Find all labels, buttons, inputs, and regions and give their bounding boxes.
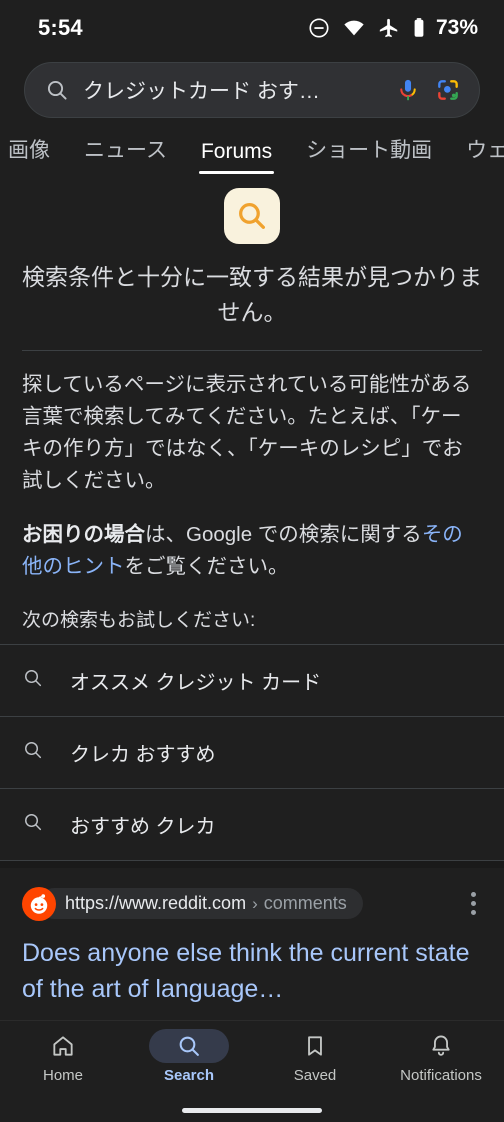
empty-state-heading: 検索条件と十分に一致する結果が見つかりません。	[22, 264, 482, 325]
search-icon	[22, 811, 44, 838]
reddit-favicon	[22, 886, 56, 921]
gesture-navigation-bar[interactable]	[182, 1108, 322, 1113]
search-result-item[interactable]: https://www.reddit.com › comments Does a…	[0, 868, 504, 1007]
list-item[interactable]: オススメ クレジット カード	[0, 644, 504, 716]
magnifier-tile-icon	[224, 188, 280, 244]
search-icon	[22, 667, 44, 694]
google-lens-icon[interactable]	[435, 77, 461, 103]
search-bar[interactable]: クレジットカード おす…	[24, 62, 480, 118]
phone-screen: 5:54 73% クレジットカード おす… 画像 ニュース Forums ショー…	[0, 0, 504, 1122]
do-not-disturb-icon	[308, 17, 330, 39]
tab-short-videos[interactable]: ショート動画	[304, 134, 434, 174]
try-searches-label: 次の検索もお試しください:	[22, 610, 256, 631]
tab-forums[interactable]: Forums	[198, 140, 275, 174]
search-icon	[45, 78, 69, 102]
battery-percentage: 73%	[435, 16, 478, 39]
status-bar: 5:54 73%	[0, 0, 504, 56]
microphone-icon[interactable]	[395, 77, 421, 103]
tab-images[interactable]: 画像	[6, 134, 52, 174]
airplane-mode-icon	[378, 17, 400, 39]
nav-item-search[interactable]: Search	[126, 1029, 252, 1084]
nav-label: Notifications	[400, 1067, 482, 1084]
result-url-chip[interactable]: https://www.reddit.com › comments	[39, 888, 363, 919]
breadcrumb-separator: ›	[252, 893, 258, 913]
status-time: 5:54	[38, 15, 83, 40]
search-tab-bar[interactable]: 画像 ニュース Forums ショート動画 ウェブ	[0, 128, 504, 174]
tab-news[interactable]: ニュース	[82, 134, 169, 174]
bottom-navigation-bar: Home Search Saved Notifications	[0, 1020, 504, 1122]
result-url-path: comments	[263, 893, 347, 913]
battery-icon	[412, 17, 426, 39]
result-url-domain: https://www.reddit.com	[65, 893, 247, 913]
wifi-icon	[342, 17, 366, 39]
search-icon	[22, 739, 44, 766]
result-source-row: https://www.reddit.com › comments	[22, 886, 482, 921]
suggestion-label: クレカ おすすめ	[70, 744, 216, 766]
empty-state-help: お困りの場合は、Google での検索に関するその他のヒントをご覧ください。	[22, 519, 482, 583]
tab-web[interactable]: ウェブ	[464, 134, 504, 174]
list-item[interactable]: おすすめ クレカ	[0, 788, 504, 860]
suggestion-list: オススメ クレジット カード クレカ おすすめ おすすめ クレカ	[0, 644, 504, 860]
suggestion-label: オススメ クレジット カード	[70, 672, 322, 694]
help-bold-text: お困りの場合	[22, 523, 145, 546]
nav-label: Home	[42, 1067, 83, 1084]
nav-item-home[interactable]: Home	[0, 1029, 126, 1084]
search-icon	[149, 1029, 229, 1063]
nav-label: Search	[163, 1067, 215, 1084]
nav-item-notifications[interactable]: Notifications	[378, 1029, 504, 1084]
nav-item-saved[interactable]: Saved	[252, 1029, 378, 1084]
section-divider	[0, 860, 504, 868]
help-tail-text: をご覧ください。	[124, 555, 289, 578]
more-options-icon[interactable]	[465, 886, 482, 921]
empty-state-tip: 探しているページに表示されている可能性がある言葉で検索してみてください。たとえば…	[22, 373, 472, 492]
search-bar-container: クレジットカード おす…	[0, 56, 504, 128]
result-title-link[interactable]: Does anyone else think the current state…	[22, 935, 482, 1007]
bell-icon	[401, 1029, 481, 1063]
bookmark-icon	[275, 1029, 355, 1063]
list-item[interactable]: クレカ おすすめ	[0, 716, 504, 788]
results-content: 検索条件と十分に一致する結果が見つかりません。 探しているページに表示されている…	[0, 188, 504, 1007]
divider	[22, 350, 482, 351]
status-icon-group: 73%	[308, 16, 478, 40]
search-input[interactable]: クレジットカード おす…	[83, 75, 381, 105]
empty-state-icon-wrap	[0, 188, 504, 244]
suggestion-label: おすすめ クレカ	[70, 816, 216, 838]
nav-label: Saved	[293, 1067, 337, 1084]
help-mid-text: は、Google での検索に関する	[145, 523, 422, 546]
home-icon	[23, 1029, 103, 1063]
